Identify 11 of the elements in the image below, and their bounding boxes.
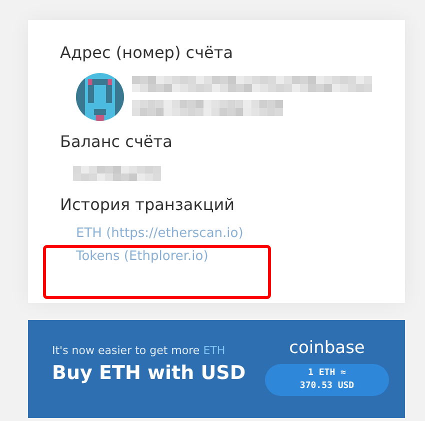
- history-link[interactable]: ETH (https://etherscan.io): [76, 222, 405, 245]
- section-heading: Адрес (номер) счёта: [60, 42, 234, 64]
- section-heading: История транзакций: [60, 194, 236, 216]
- brand-logo: coinbase: [289, 338, 365, 358]
- tagline-highlight: ETH: [203, 344, 226, 357]
- banner-headline: Buy ETH with USD: [52, 362, 246, 384]
- rate-pill[interactable]: 1 ETH ≈ 370.53 USD: [265, 364, 389, 396]
- identicon-avatar: [76, 73, 124, 121]
- tagline: It's now easier to get more: [52, 344, 200, 357]
- section-heading: Баланс счёта: [60, 131, 174, 153]
- history-link[interactable]: Tokens (Ethplorer.io): [76, 245, 405, 268]
